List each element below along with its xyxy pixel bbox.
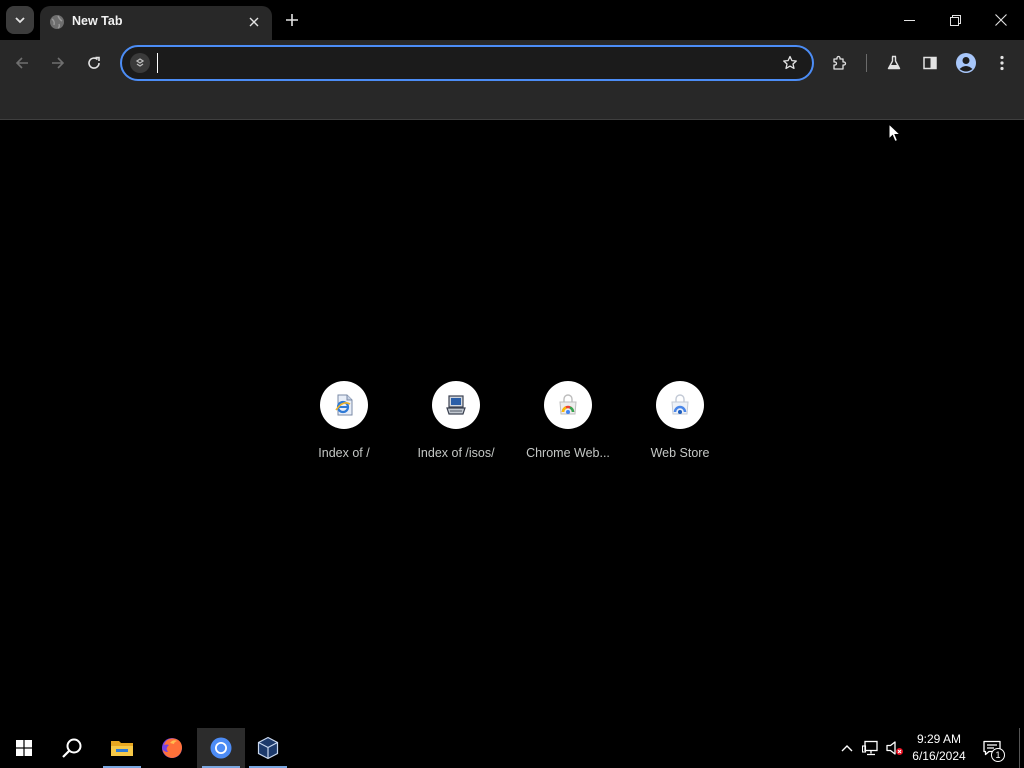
mouse-cursor-icon — [888, 123, 902, 143]
bookmark-bar — [0, 86, 1024, 120]
firefox-button[interactable] — [148, 728, 196, 768]
globe-icon — [50, 15, 64, 29]
labs-button[interactable] — [880, 49, 908, 77]
tab-strip: New Tab — [0, 0, 1024, 40]
arrow-left-icon — [15, 57, 28, 69]
address-bar[interactable] — [120, 45, 814, 81]
network-button[interactable] — [861, 738, 881, 758]
chrome-web-store-icon — [559, 394, 577, 415]
clock-time: 9:29 AM — [916, 732, 962, 746]
tab-title: New Tab — [72, 14, 123, 28]
close-icon — [995, 14, 1007, 26]
shortcut-tile[interactable]: Index of /isos/ — [400, 381, 512, 471]
puzzle-icon — [833, 55, 847, 70]
site-info-icon[interactable] — [130, 53, 150, 73]
plus-icon — [286, 14, 298, 26]
chrome-icon — [210, 737, 232, 759]
shortcut-label: Index of /isos/ — [417, 446, 495, 460]
volume-button[interactable] — [885, 738, 905, 758]
ie-document-icon — [335, 394, 353, 416]
chevron-up-icon — [841, 745, 853, 752]
flask-icon — [887, 55, 901, 70]
close-icon — [249, 17, 259, 27]
extensions-button[interactable] — [826, 49, 854, 77]
bookmark-star-button[interactable] — [780, 53, 800, 73]
back-button[interactable] — [8, 49, 36, 77]
chrome-button[interactable] — [197, 728, 245, 768]
toolbar — [0, 40, 1024, 86]
notification-count-badge: 1 — [991, 748, 1005, 762]
volume-muted-icon — [886, 741, 903, 755]
star-icon — [783, 55, 797, 70]
address-input[interactable] — [156, 51, 776, 75]
text-caret — [157, 53, 158, 73]
restore-button[interactable] — [932, 0, 978, 40]
shortcut-label: Index of / — [318, 446, 370, 460]
tab-new-tab[interactable]: New Tab — [40, 6, 272, 40]
restore-icon — [949, 14, 961, 26]
shortcut-label: Chrome Web... — [526, 446, 610, 460]
forward-button[interactable] — [44, 49, 72, 77]
close-window-button[interactable] — [978, 0, 1024, 40]
windows-logo-icon — [16, 740, 32, 756]
shortcut-grid: Index of / Index of /isos/ Chrome Web...… — [288, 381, 736, 471]
virtualbox-button[interactable] — [244, 728, 292, 768]
show-hidden-icons-button[interactable] — [837, 738, 857, 758]
profile-button[interactable] — [952, 49, 980, 77]
menu-button[interactable] — [988, 49, 1016, 77]
start-button[interactable] — [0, 728, 48, 768]
side-panel-icon — [923, 56, 937, 70]
kebab-menu-icon — [1000, 55, 1004, 71]
new-tab-button[interactable] — [280, 8, 304, 32]
toolbar-divider — [866, 54, 867, 72]
reload-icon — [88, 56, 100, 69]
tab-close-button[interactable] — [244, 12, 264, 32]
file-explorer-button[interactable] — [98, 728, 146, 768]
new-tab-page: Index of / Index of /isos/ Chrome Web...… — [0, 121, 1024, 728]
search-button[interactable] — [48, 728, 96, 768]
side-panel-button[interactable] — [916, 49, 944, 77]
show-desktop-button[interactable] — [1019, 728, 1020, 768]
shortcut-tile[interactable]: Index of / — [288, 381, 400, 471]
web-store-icon — [671, 394, 689, 415]
tab-search-button[interactable] — [6, 6, 34, 34]
chevron-down-icon — [15, 17, 25, 24]
folder-icon — [111, 741, 133, 756]
virtualbox-icon — [257, 736, 279, 760]
taskbar-clock[interactable]: 9:29 AM 6/16/2024 — [904, 731, 974, 765]
arrow-right-icon — [52, 57, 65, 69]
taskbar: 9:29 AM 6/16/2024 1 — [0, 728, 1024, 768]
minimize-button[interactable] — [886, 0, 932, 40]
computer-icon — [446, 395, 466, 415]
minimize-icon — [903, 19, 915, 21]
shortcut-label: Web Store — [650, 446, 710, 460]
shortcut-tile[interactable]: Web Store — [624, 381, 736, 471]
clock-date: 6/16/2024 — [912, 749, 966, 763]
avatar-icon — [956, 53, 976, 73]
reload-button[interactable] — [80, 49, 108, 77]
shortcut-tile[interactable]: Chrome Web... — [512, 381, 624, 471]
search-icon — [62, 738, 82, 758]
network-icon — [862, 740, 878, 756]
firefox-icon — [162, 738, 182, 758]
